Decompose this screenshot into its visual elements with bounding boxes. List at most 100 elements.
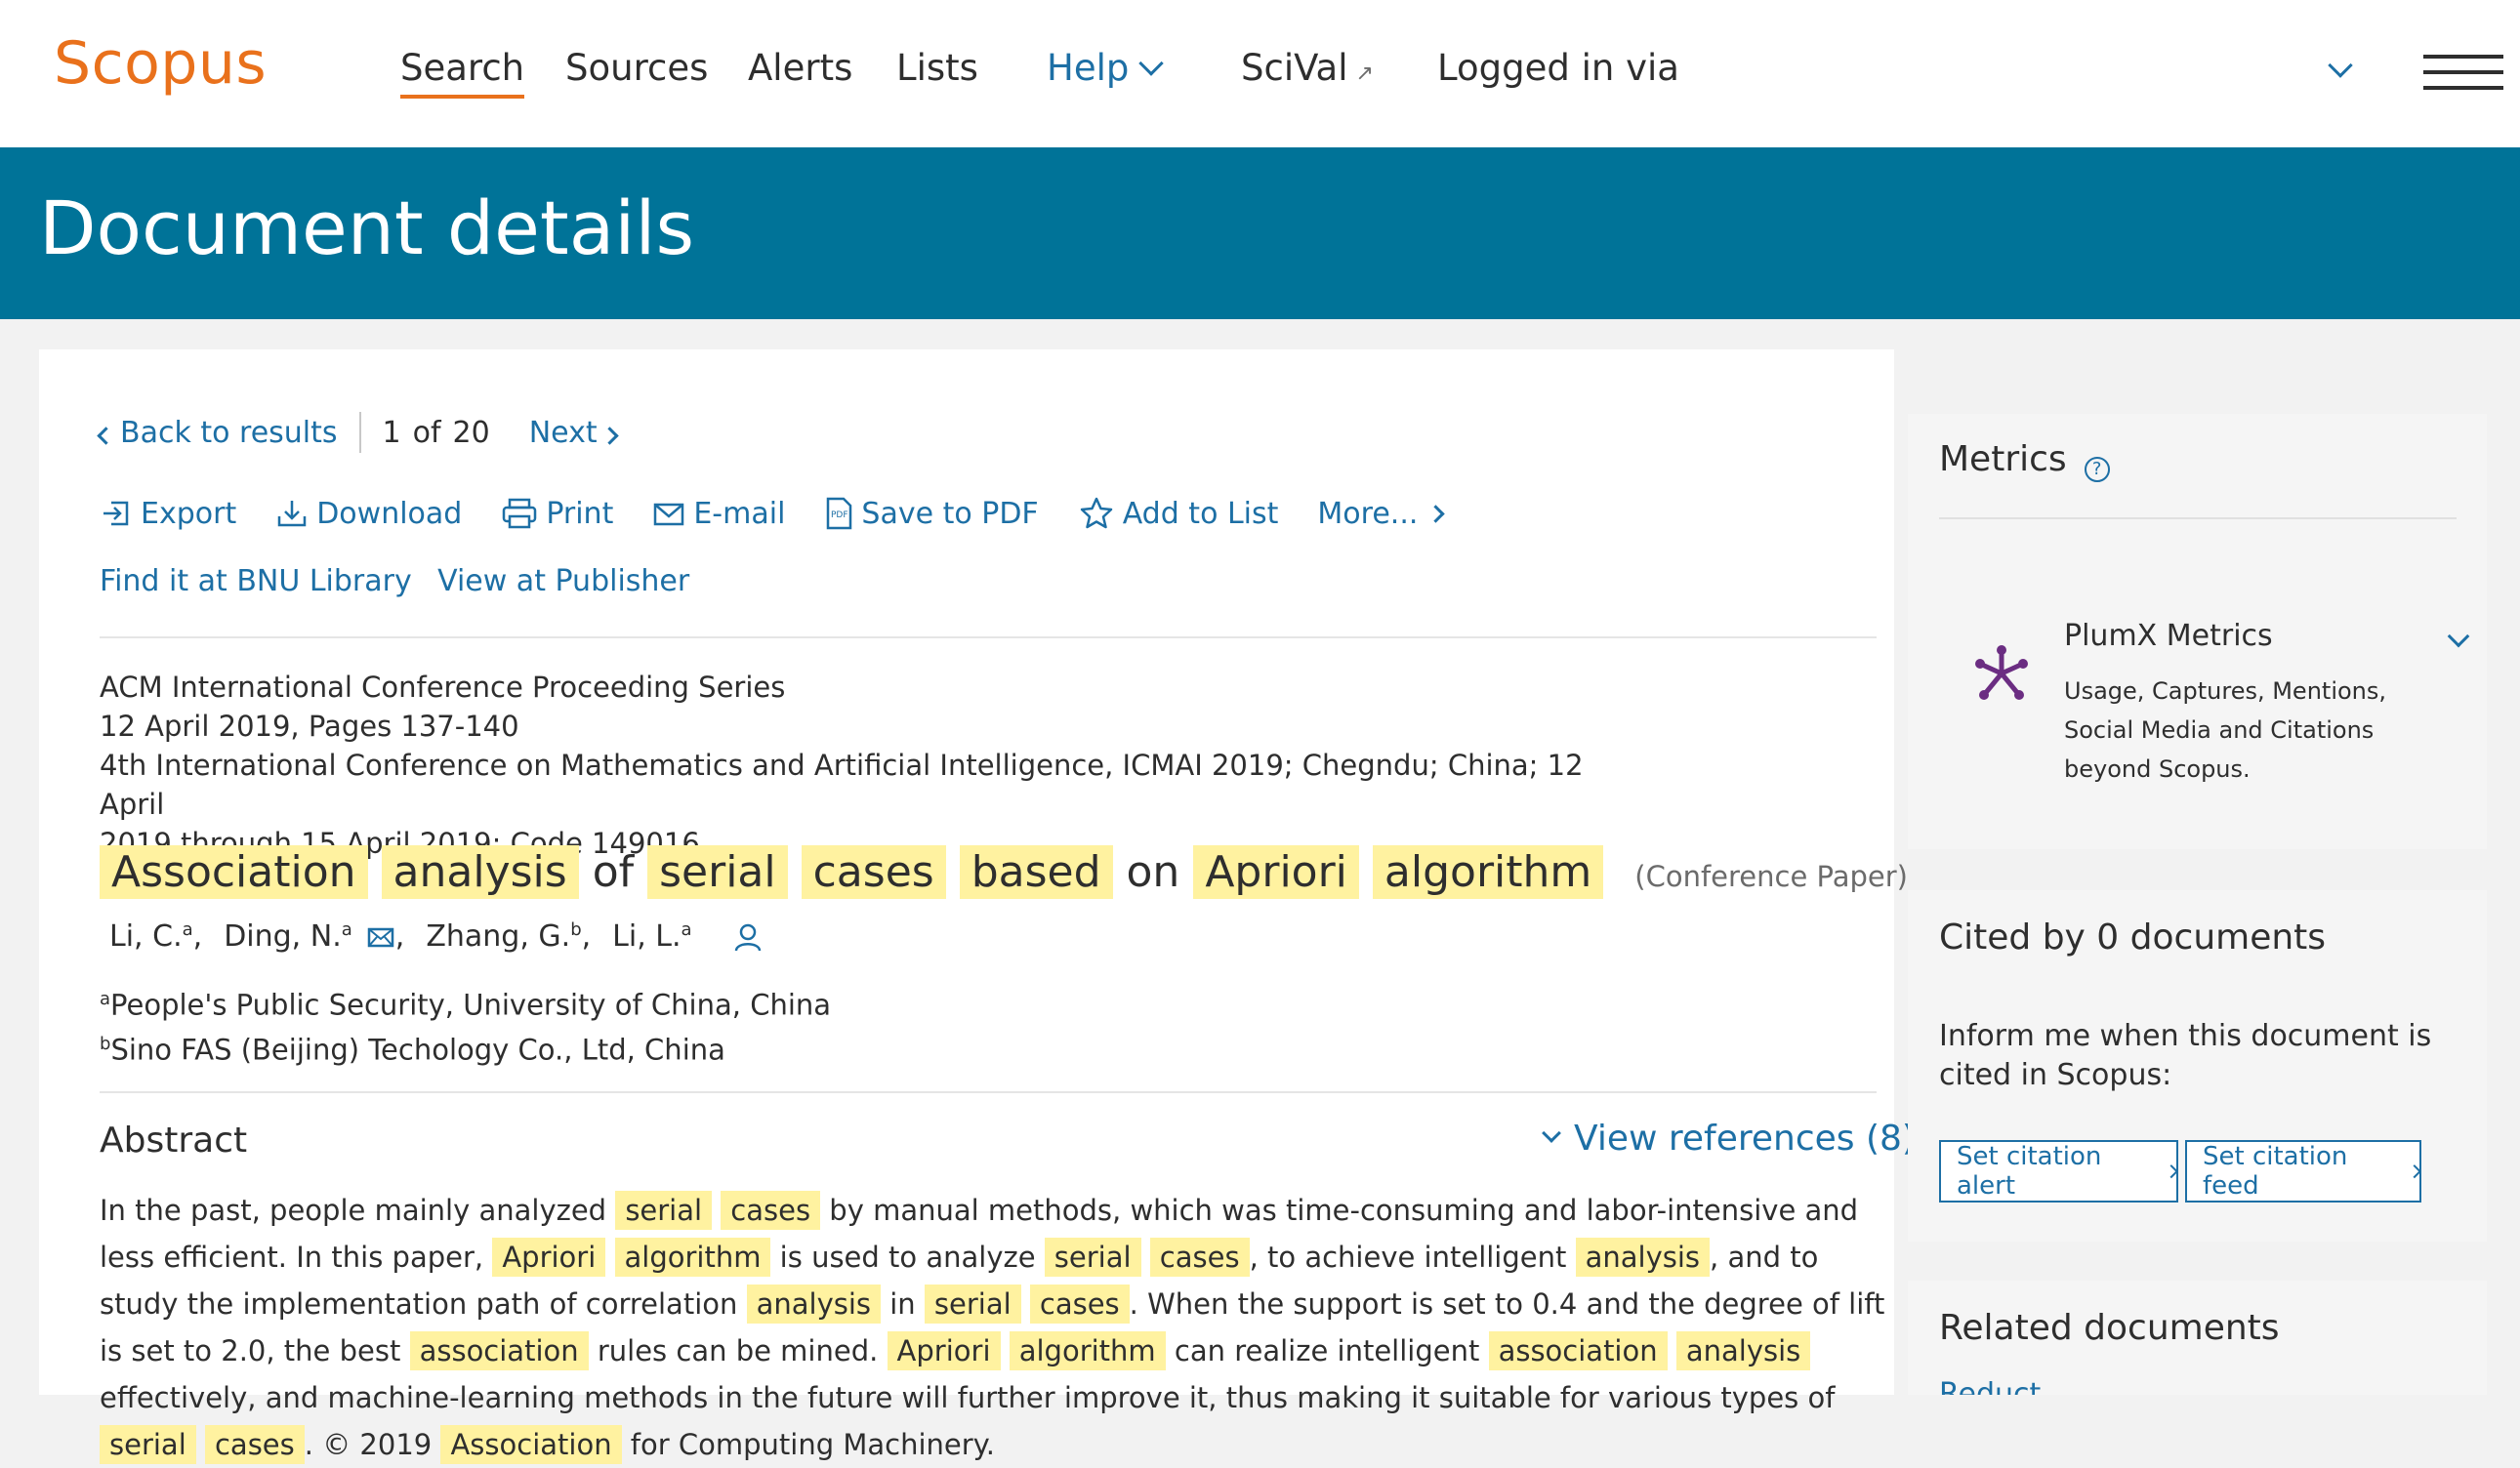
email-button[interactable]: E-mail [652,497,785,531]
abstract-highlight: analysis [1675,1331,1811,1370]
abstract-highlight: Apriori [492,1238,606,1277]
divider [1939,517,2457,519]
view-references-label: View references (8) [1574,1119,1916,1159]
scopus-logo[interactable]: Scopus [54,29,267,98]
print-label: Print [546,496,614,531]
star-icon [1080,497,1112,529]
view-references-link[interactable]: View references (8) [1542,1119,1916,1159]
metrics-heading: Metrics? [1939,439,2110,482]
title-word: analysis [381,845,579,899]
title-word: serial [647,845,788,899]
chevron-right-icon [599,426,619,445]
print-button[interactable]: Print [501,497,613,531]
author-name: Li, L. [612,919,682,954]
title-word: algorithm [1372,845,1604,899]
nav-help-label: Help [1047,47,1130,89]
author-link[interactable]: Li, C.a [109,919,193,954]
back-label: Back to results [120,415,338,450]
nav-lists[interactable]: Lists [896,47,978,89]
document-title: Association analysis of serial cases based on A… [100,845,1908,899]
nav-alerts[interactable]: Alerts [748,47,852,89]
related-document-link[interactable]: Reduct [1939,1380,2041,1395]
next-result-link[interactable]: Next [528,415,619,450]
abstract-highlight: serial [100,1425,196,1464]
nav-scival-label: SciVal [1241,47,1348,89]
abstract-highlight: association [409,1331,589,1370]
affiliation-item: aPeople's Public Security, University of… [100,980,831,1025]
menu-hamburger-icon[interactable] [2423,51,2503,94]
abstract-segment: is used to analyze [770,1241,1045,1274]
add-to-list-button[interactable]: Add to List [1078,496,1279,531]
author-affil-sup: a [681,919,692,940]
metrics-heading-label: Metrics [1939,439,2067,479]
nav-logged-in[interactable]: Logged in via [1437,47,1679,89]
title-word: based [959,845,1113,899]
next-label: Next [528,415,598,450]
source-date-pages: 12 April 2019, Pages 137-140 [100,710,519,743]
abstract-highlight: algorithm [614,1238,771,1277]
author-affil-sup: a [341,919,352,940]
affiliation-text: People's Public Security, University of … [110,988,832,1022]
more-label: More... [1317,496,1419,531]
author-link[interactable]: Li, L.a [612,919,691,954]
save-to-pdf-button[interactable]: PDF Save to PDF [824,496,1039,531]
chevron-right-icon [2408,1164,2422,1178]
abstract-highlight: Apriori [887,1331,1001,1370]
abstract-heading: Abstract [100,1121,248,1161]
abstract-highlight: serial [1044,1238,1141,1277]
results-pager: Back to results 1 of 20 Next [97,412,619,453]
title-word: of [592,847,635,897]
author-name: Li, C. [109,919,183,954]
abstract-segment: In the past, people mainly analyzed [100,1194,616,1227]
author-name: Zhang, G. [426,919,571,954]
back-to-results-link[interactable]: Back to results [97,415,338,450]
chevron-down-icon [1138,51,1165,76]
plumx-description: Usage, Captures, Mentions, Social Media … [2064,677,2387,783]
more-button[interactable]: More... [1317,496,1446,531]
author-email-icon[interactable] [366,924,395,950]
view-at-publisher-link[interactable]: View at Publisher [437,564,689,598]
pager-divider [358,412,361,453]
help-icon[interactable]: ? [2084,456,2110,482]
export-button[interactable]: Export [100,497,236,531]
nav-scival[interactable]: SciVal ↗ [1241,47,1374,89]
source-conference-line-1: 4th International Conference on Mathemat… [100,749,1584,821]
top-navigation-bar: Scopus Search Sources Alerts Lists Help … [0,0,2520,147]
pager-of: of [412,415,441,450]
page-banner: Document details [0,147,2520,319]
pdf-icon: PDF [827,497,852,530]
cited-by-heading: Cited by 0 documents [1939,918,2327,958]
author-affil-sup: b [570,919,582,940]
abstract-segment: . © 2019 [304,1428,441,1461]
title-word: cases [801,845,946,899]
abstract-segment: can realize intelligent [1165,1334,1489,1367]
account-chevron-down-icon[interactable] [2328,53,2353,78]
author-profile-icon[interactable] [731,920,764,954]
plumx-title[interactable]: PlumX Metrics [2064,619,2273,653]
nav-sources[interactable]: Sources [565,47,708,89]
download-label: Download [316,496,463,531]
nav-search[interactable]: Search [400,47,525,99]
find-at-library-link[interactable]: Find it at BNU Library [100,564,412,598]
abstract-segment [712,1194,721,1227]
download-icon [277,501,307,527]
chevron-right-icon [2165,1164,2179,1178]
add-to-list-label: Add to List [1122,496,1279,531]
abstract-segment: , to achieve intelligent [1249,1241,1576,1274]
affiliations: aPeople's Public Security, University of… [100,980,831,1069]
page-title: Document details [39,184,695,271]
document-toolbar: Export Download Print E-mail PDF Save to… [100,496,1481,531]
set-citation-alert-button[interactable]: Set citation alert [1939,1140,2179,1203]
abstract-highlight: cases [1149,1238,1250,1277]
title-word: Association [100,845,368,899]
abstract-segment [1021,1287,1030,1321]
nav-help[interactable]: Help [1047,47,1165,89]
abstract-segment: in [881,1287,925,1321]
divider [100,636,1877,638]
author-link[interactable]: Ding, N.a [224,919,352,954]
author-link[interactable]: Zhang, G.b [426,919,581,954]
export-label: Export [141,496,237,531]
set-citation-feed-button[interactable]: Set citation feed [2185,1140,2422,1203]
download-button[interactable]: Download [275,497,462,531]
abstract-segment [1141,1241,1150,1274]
